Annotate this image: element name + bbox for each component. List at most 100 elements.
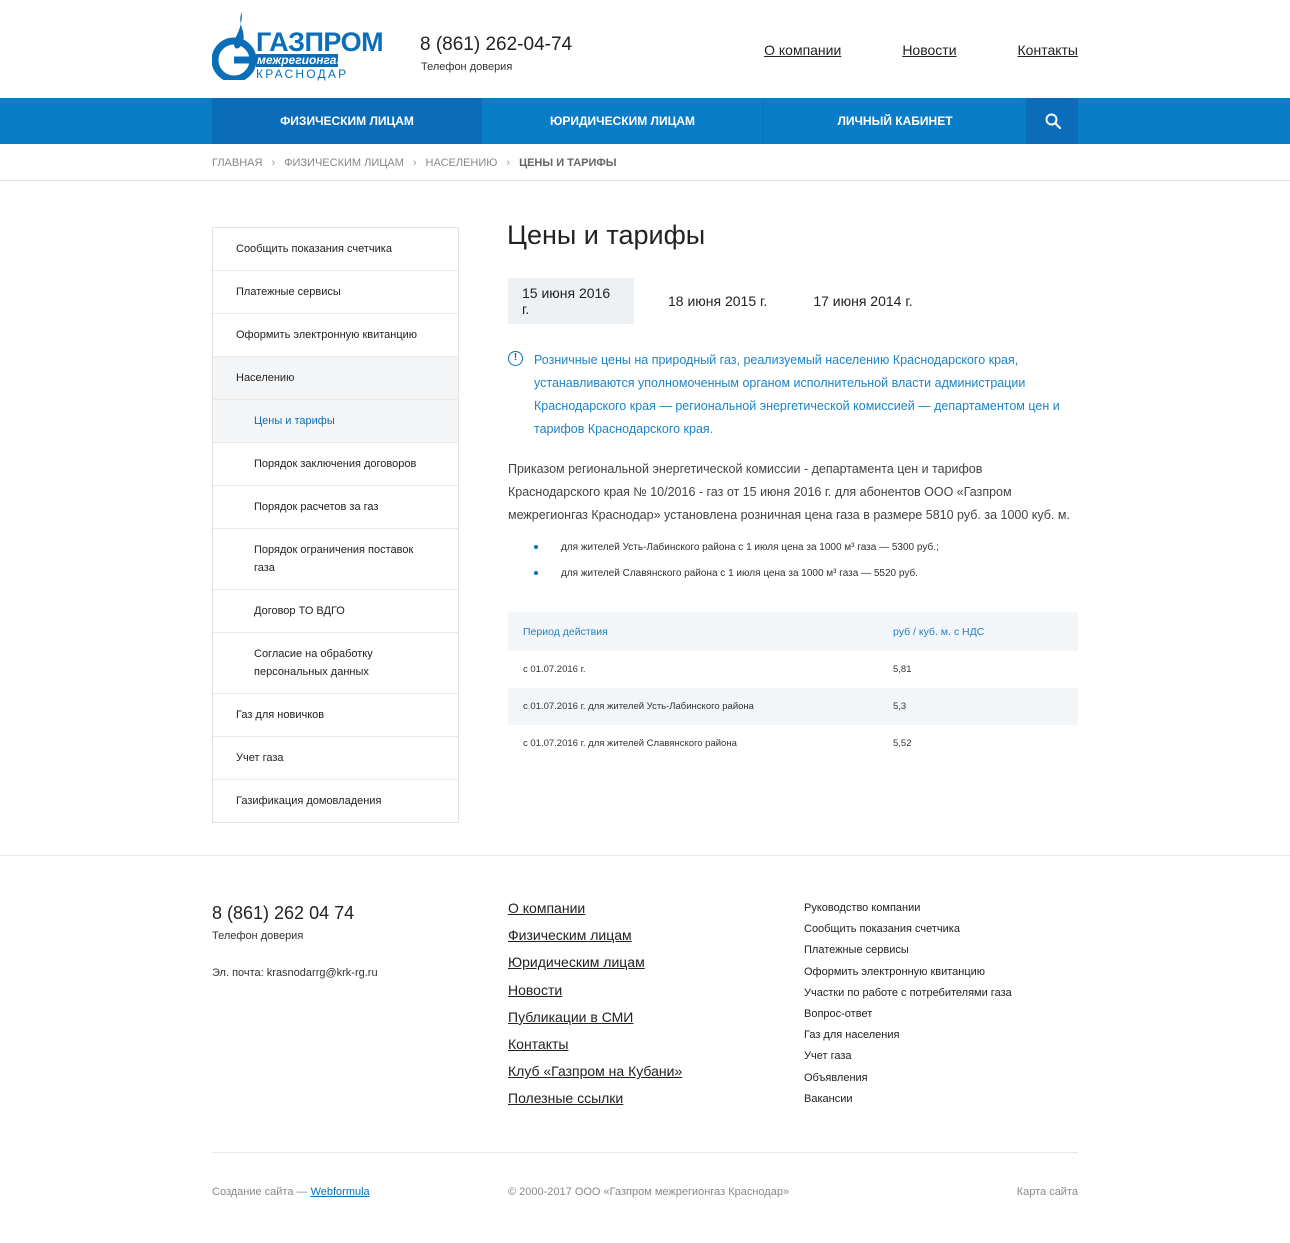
credit-link[interactable]: Webformula xyxy=(311,1186,370,1198)
bullet-text: для жителей Усть-Лабинского района с 1 и… xyxy=(561,542,939,553)
info-icon: ! xyxy=(508,351,523,366)
price-bullets: для жителей Усть-Лабинского района с 1 и… xyxy=(534,541,939,593)
footer-phone[interactable]: 8 (861) 262 04 74 xyxy=(212,903,354,924)
info-notice: ! Розничные цены на природный газ, реали… xyxy=(508,349,1068,441)
sidebar-item-gas-metering[interactable]: Учет газа xyxy=(213,737,458,780)
table-row: с 01.07.2016 г. для жителей Усть-Лабинск… xyxy=(508,688,1078,725)
sidebar-menu: Сообщить показания счетчика Платежные се… xyxy=(212,227,459,823)
header-phone[interactable]: 8 (861) 262-04-74 xyxy=(420,34,572,56)
footer-bottom-divider xyxy=(212,1152,1078,1153)
flame-icon xyxy=(212,12,257,80)
breadcrumb-individuals[interactable]: Физическим лицам xyxy=(284,157,404,169)
table-header-row: Период действия руб / куб. м. с НДС xyxy=(508,612,1078,651)
footer-divider xyxy=(0,855,1290,856)
footer-link-faq[interactable]: Вопрос-ответ xyxy=(804,1007,1012,1022)
nav-contacts[interactable]: Контакты xyxy=(1018,42,1078,58)
breadcrumb-population[interactable]: Населению xyxy=(426,157,498,169)
breadcrumb-home[interactable]: Главная xyxy=(212,157,262,169)
breadcrumb-separator: › xyxy=(506,157,511,169)
footer-link-useful[interactable]: Полезные ссылки xyxy=(508,1089,682,1107)
page-title: Цены и тарифы xyxy=(507,220,706,250)
footer-link-management[interactable]: Руководство компании xyxy=(804,901,1012,916)
header-phone-label: Телефон доверия xyxy=(421,61,513,73)
breadcrumb-separator: › xyxy=(412,157,417,169)
table-cell-period: с 01.07.2016 г. для жителей Славянского … xyxy=(523,738,737,749)
menu-legal-entities[interactable]: Юридическим лицам xyxy=(482,98,764,144)
list-item: для жителей Усть-Лабинского района с 1 и… xyxy=(534,541,939,554)
main-content: Цены и тарифы 15 июня 2016 г. 18 июня 20… xyxy=(507,220,1078,749)
footer-link-announcements[interactable]: Объявления xyxy=(804,1071,1012,1086)
company-logo[interactable]: ГАЗПРОМ межрегионгаз КРАСНОДАР xyxy=(212,10,384,80)
sidebar-item-meter-readings[interactable]: Сообщить показания счетчика xyxy=(213,228,458,271)
sidebar-item-payments[interactable]: Порядок расчетов за газ xyxy=(213,486,458,529)
search-icon xyxy=(1045,113,1061,129)
nav-news[interactable]: Новости xyxy=(902,42,956,58)
table-row: с 01.07.2016 г. для жителей Славянского … xyxy=(508,725,1078,762)
breadcrumb-current: Цены и тарифы xyxy=(519,157,617,169)
breadcrumb-separator: › xyxy=(271,157,276,169)
footer-link-legal[interactable]: Юридическим лицам xyxy=(508,953,682,971)
footer-link-vacancies[interactable]: Вакансии xyxy=(804,1092,1012,1107)
menu-personal-account[interactable]: Личный кабинет xyxy=(764,98,1027,144)
order-paragraph: Приказом региональной энергетической ком… xyxy=(508,462,1070,522)
sidebar-item-population[interactable]: Населению xyxy=(213,357,458,400)
tab-2016[interactable]: 15 июня 2016 г. xyxy=(508,278,634,324)
footer-link-service-areas[interactable]: Участки по работе с потребителями газа xyxy=(804,986,1012,1001)
main-menu: Физическим лицам Юридическим лицам Личны… xyxy=(212,98,1078,144)
tab-2015[interactable]: 18 июня 2015 г. xyxy=(654,278,781,324)
sidebar-item-payment-services[interactable]: Платежные сервисы xyxy=(213,271,458,314)
header: ГАЗПРОМ межрегионгаз КРАСНОДАР 8 (861) 2… xyxy=(212,0,1078,98)
sidebar-item-prices-tariffs[interactable]: Цены и тарифы xyxy=(213,400,458,443)
table-header-period: Период действия xyxy=(508,612,878,651)
date-tabs: 15 июня 2016 г. 18 июня 2015 г. 17 июня … xyxy=(508,278,927,324)
top-nav: О компании Новости Контакты xyxy=(764,42,1078,58)
sidebar-item-vdgo-contract[interactable]: Договор ТО ВДГО xyxy=(213,590,458,633)
footer-link-payment-services[interactable]: Платежные сервисы xyxy=(804,943,1012,958)
table-cell-price: 5,3 xyxy=(878,688,1078,725)
notice-text: Розничные цены на природный газ, реализу… xyxy=(534,353,1060,436)
footer-main-links: О компании Физическим лицам Юридическим … xyxy=(508,899,682,1117)
nav-about[interactable]: О компании xyxy=(764,42,841,58)
table-cell-period: с 01.07.2016 г. xyxy=(523,664,586,675)
table-row: с 01.07.2016 г. 5,81 xyxy=(508,651,1078,688)
logo-line-1: ГАЗПРОМ xyxy=(256,27,384,57)
footer-link-e-receipt[interactable]: Оформить электронную квитанцию xyxy=(804,965,1012,980)
sidebar-item-contracts[interactable]: Порядок заключения договоров xyxy=(213,443,458,486)
footer-email[interactable]: Эл. почта: krasnodarrg@krk-rg.ru xyxy=(212,967,378,979)
credit-prefix: Создание сайта — xyxy=(212,1186,311,1198)
search-button[interactable] xyxy=(1027,98,1078,144)
footer-link-news[interactable]: Новости xyxy=(508,981,682,999)
sidebar-item-gasification[interactable]: Газификация домовладения xyxy=(213,780,458,822)
logo-line-2: межрегионгаз xyxy=(256,53,343,67)
bullet-icon xyxy=(534,545,538,549)
main-menu-bar: Физическим лицам Юридическим лицам Личны… xyxy=(0,98,1290,144)
footer-link-about[interactable]: О компании xyxy=(508,899,682,917)
bullet-icon xyxy=(534,571,538,575)
footer-link-contacts[interactable]: Контакты xyxy=(508,1035,682,1053)
divider xyxy=(0,180,1290,181)
footer-link-club[interactable]: Клуб «Газпром на Кубани» xyxy=(508,1062,682,1080)
logo-line-3: КРАСНОДАР xyxy=(256,67,349,81)
sidebar-item-gas-for-newcomers[interactable]: Газ для новичков xyxy=(213,694,458,737)
sidebar-item-e-receipt[interactable]: Оформить электронную квитанцию xyxy=(213,314,458,357)
sidebar-item-personal-data-consent[interactable]: Согласие на обработку персональных данны… xyxy=(213,633,458,694)
table-cell-price: 5,81 xyxy=(893,664,912,675)
site-credit: Создание сайта — Webformula xyxy=(212,1186,370,1198)
tab-2014[interactable]: 17 июня 2014 г. xyxy=(799,278,926,324)
footer-link-gas-for-population[interactable]: Газ для населения xyxy=(804,1028,1012,1043)
copyright: © 2000-2017 ООО «Газпром межрегионгаз Кр… xyxy=(508,1186,790,1198)
list-item: для жителей Славянского района с 1 июля … xyxy=(534,567,939,580)
footer-secondary-links: Руководство компании Сообщить показания … xyxy=(804,901,1012,1113)
table-cell-period: с 01.07.2016 г. для жителей Усть-Лабинск… xyxy=(508,688,878,725)
footer-link-media[interactable]: Публикации в СМИ xyxy=(508,1008,682,1026)
table-header-price: руб / куб. м. с НДС xyxy=(878,612,1078,651)
footer-link-meter-readings[interactable]: Сообщить показания счетчика xyxy=(804,922,1012,937)
bullet-text: для жителей Славянского района с 1 июля … xyxy=(561,568,918,579)
footer-link-gas-metering[interactable]: Учет газа xyxy=(804,1049,1012,1064)
breadcrumb: Главная › Физическим лицам › Населению ›… xyxy=(212,157,617,169)
sidebar-item-supply-restriction[interactable]: Порядок ограничения поставок газа xyxy=(213,529,458,590)
menu-individuals[interactable]: Физическим лицам xyxy=(212,98,482,144)
footer-link-individuals[interactable]: Физическим лицам xyxy=(508,926,682,944)
table-cell-price: 5,52 xyxy=(893,738,912,749)
sitemap-link[interactable]: Карта сайта xyxy=(1017,1186,1078,1198)
